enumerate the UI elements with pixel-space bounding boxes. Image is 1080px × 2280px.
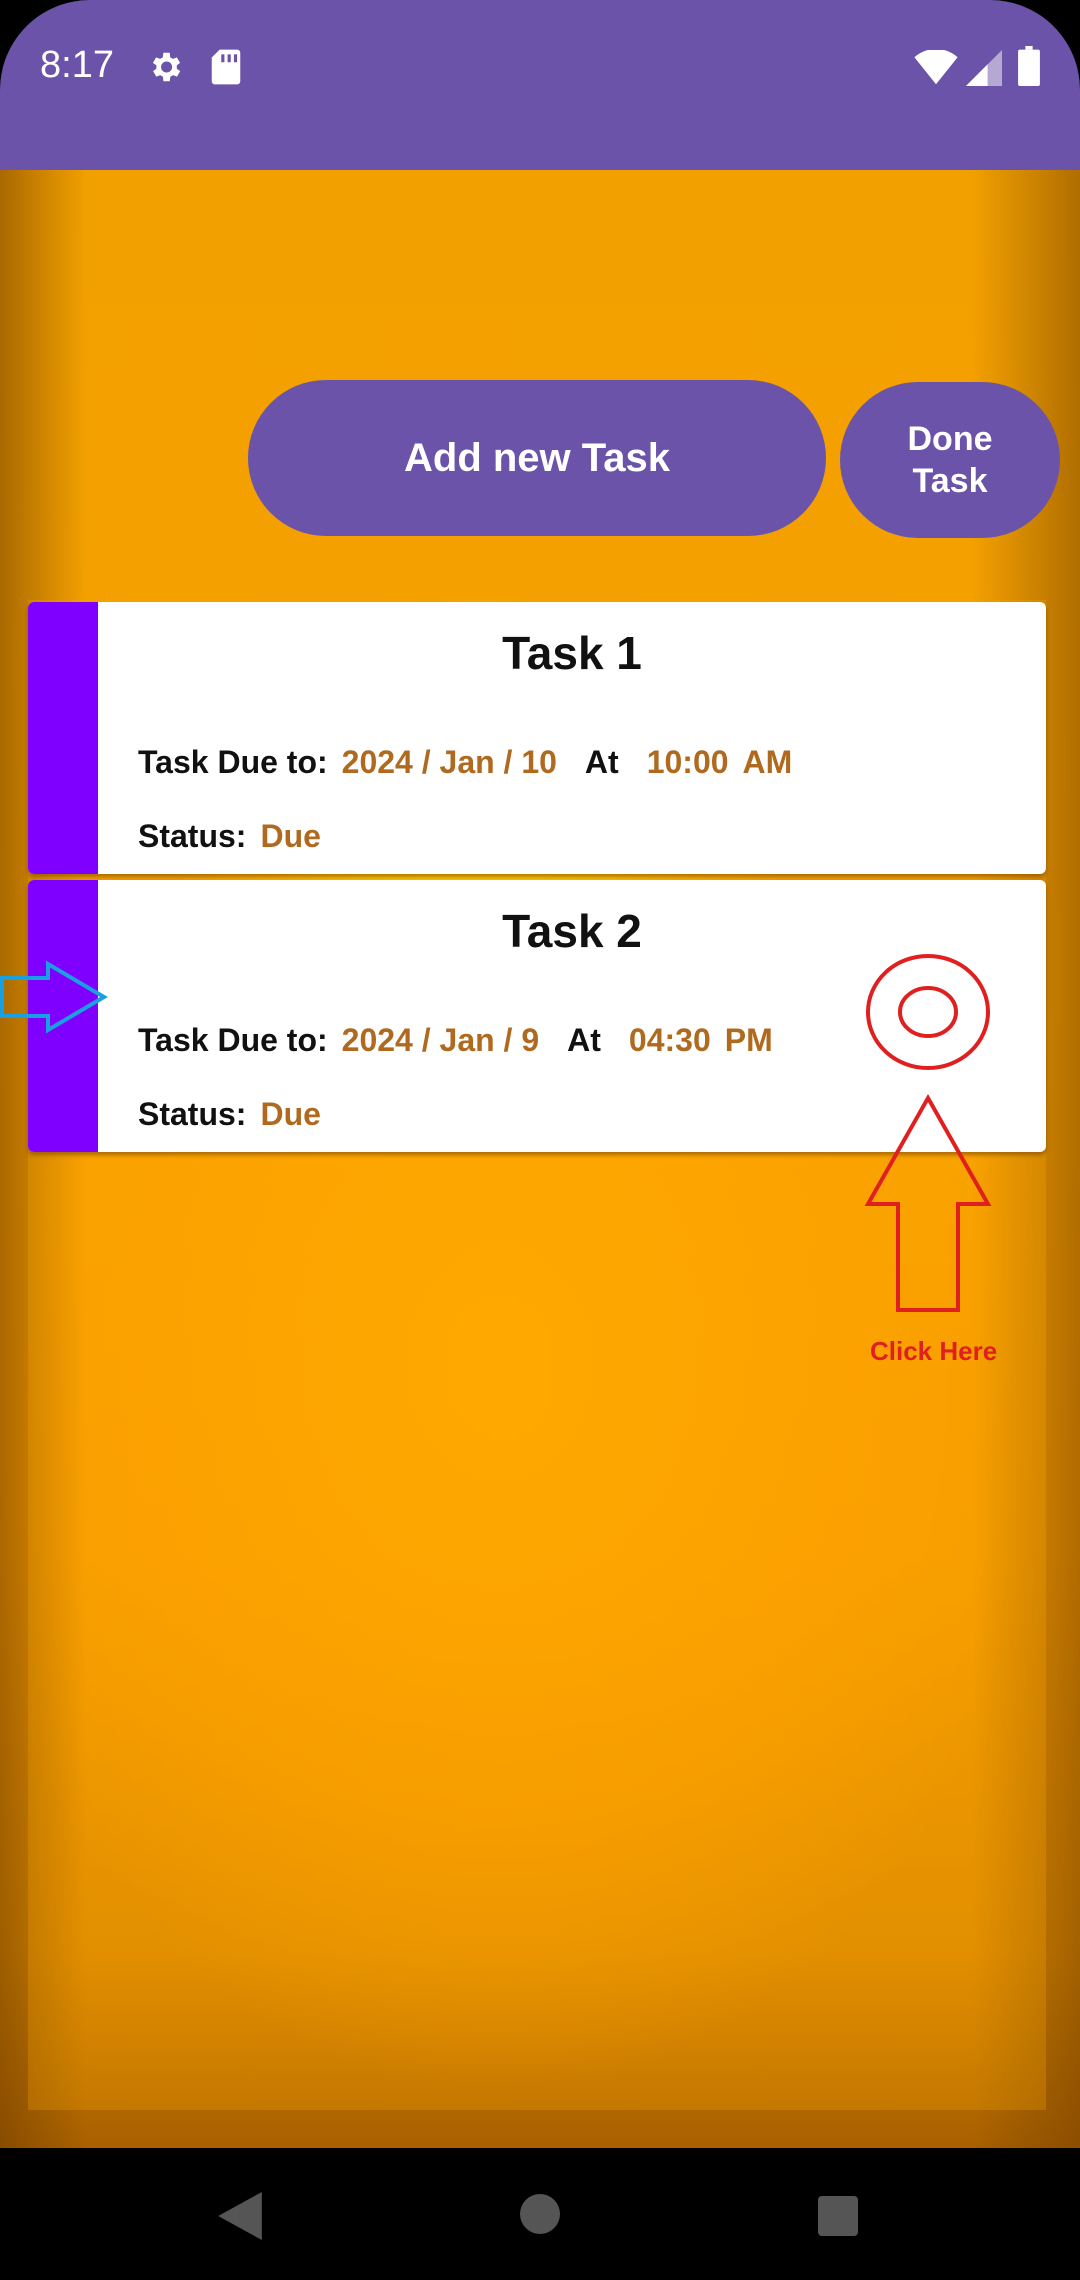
task-due-time: 04:30 xyxy=(628,1022,711,1058)
status-time: 8:17 xyxy=(40,44,114,86)
done-task-button[interactable]: Done Task xyxy=(840,382,1060,538)
task-color-bar xyxy=(28,602,98,874)
add-new-task-label: Add new Task xyxy=(404,435,670,480)
done-task-label-line1: Done xyxy=(907,420,993,458)
task-title: Task 2 xyxy=(502,905,642,957)
task-card[interactable]: Task 1 Task Due to: 2024 / Jan / 10 At 10:0… xyxy=(28,602,1046,874)
click-here-label: Click Here xyxy=(870,1336,998,1366)
task-due-date: 2024 / Jan / 9 xyxy=(341,1022,540,1058)
task-title: Task 1 xyxy=(502,627,642,679)
done-task-label-line2: Task xyxy=(912,462,988,500)
task-status-value: Due xyxy=(260,1096,321,1132)
task-card[interactable]: Task 2 Task Due to: 2024 / Jan / 9 At 04:30… xyxy=(28,880,1046,1152)
task-due-label: Task Due to: xyxy=(138,744,328,780)
task-due-ampm: PM xyxy=(724,1022,773,1058)
task-status-value: Due xyxy=(260,818,321,854)
task-due-ampm: AM xyxy=(742,744,793,780)
task-status-label: Status: xyxy=(138,1096,247,1132)
add-new-task-button[interactable]: Add new Task xyxy=(248,380,826,536)
task-status-label: Status: xyxy=(138,818,247,854)
task-due-row: Task Due to: 2024 / Jan / 9 At 04:30 PM xyxy=(138,1022,773,1059)
back-icon[interactable] xyxy=(218,2192,262,2240)
battery-icon xyxy=(1018,46,1040,86)
gear-icon xyxy=(152,52,181,82)
task-due-label: Task Due to: xyxy=(138,1022,328,1058)
task-at-label: At xyxy=(567,1022,601,1058)
task-due-date: 2024 / Jan / 10 xyxy=(341,744,557,780)
task-status-row: Status: Due xyxy=(138,1096,321,1133)
recents-icon[interactable] xyxy=(818,2196,858,2236)
task-due-time: 10:00 xyxy=(646,744,729,780)
app-screen: 8:17 Add new Task Done Task Task 1 Task … xyxy=(0,0,1080,2280)
done-task-label: Done Task xyxy=(908,418,993,502)
wifi-icon xyxy=(914,50,958,85)
task-due-row: Task Due to: 2024 / Jan / 10 At 10:00 AM xyxy=(138,744,792,781)
task-color-bar xyxy=(28,880,98,1152)
task-at-label: At xyxy=(584,744,619,780)
sd-card-icon xyxy=(211,49,241,85)
home-icon[interactable] xyxy=(520,2194,560,2234)
status-bar: 8:17 xyxy=(0,0,1080,170)
signal-icon xyxy=(966,50,1002,86)
task-status-row: Status: Due xyxy=(138,818,321,855)
